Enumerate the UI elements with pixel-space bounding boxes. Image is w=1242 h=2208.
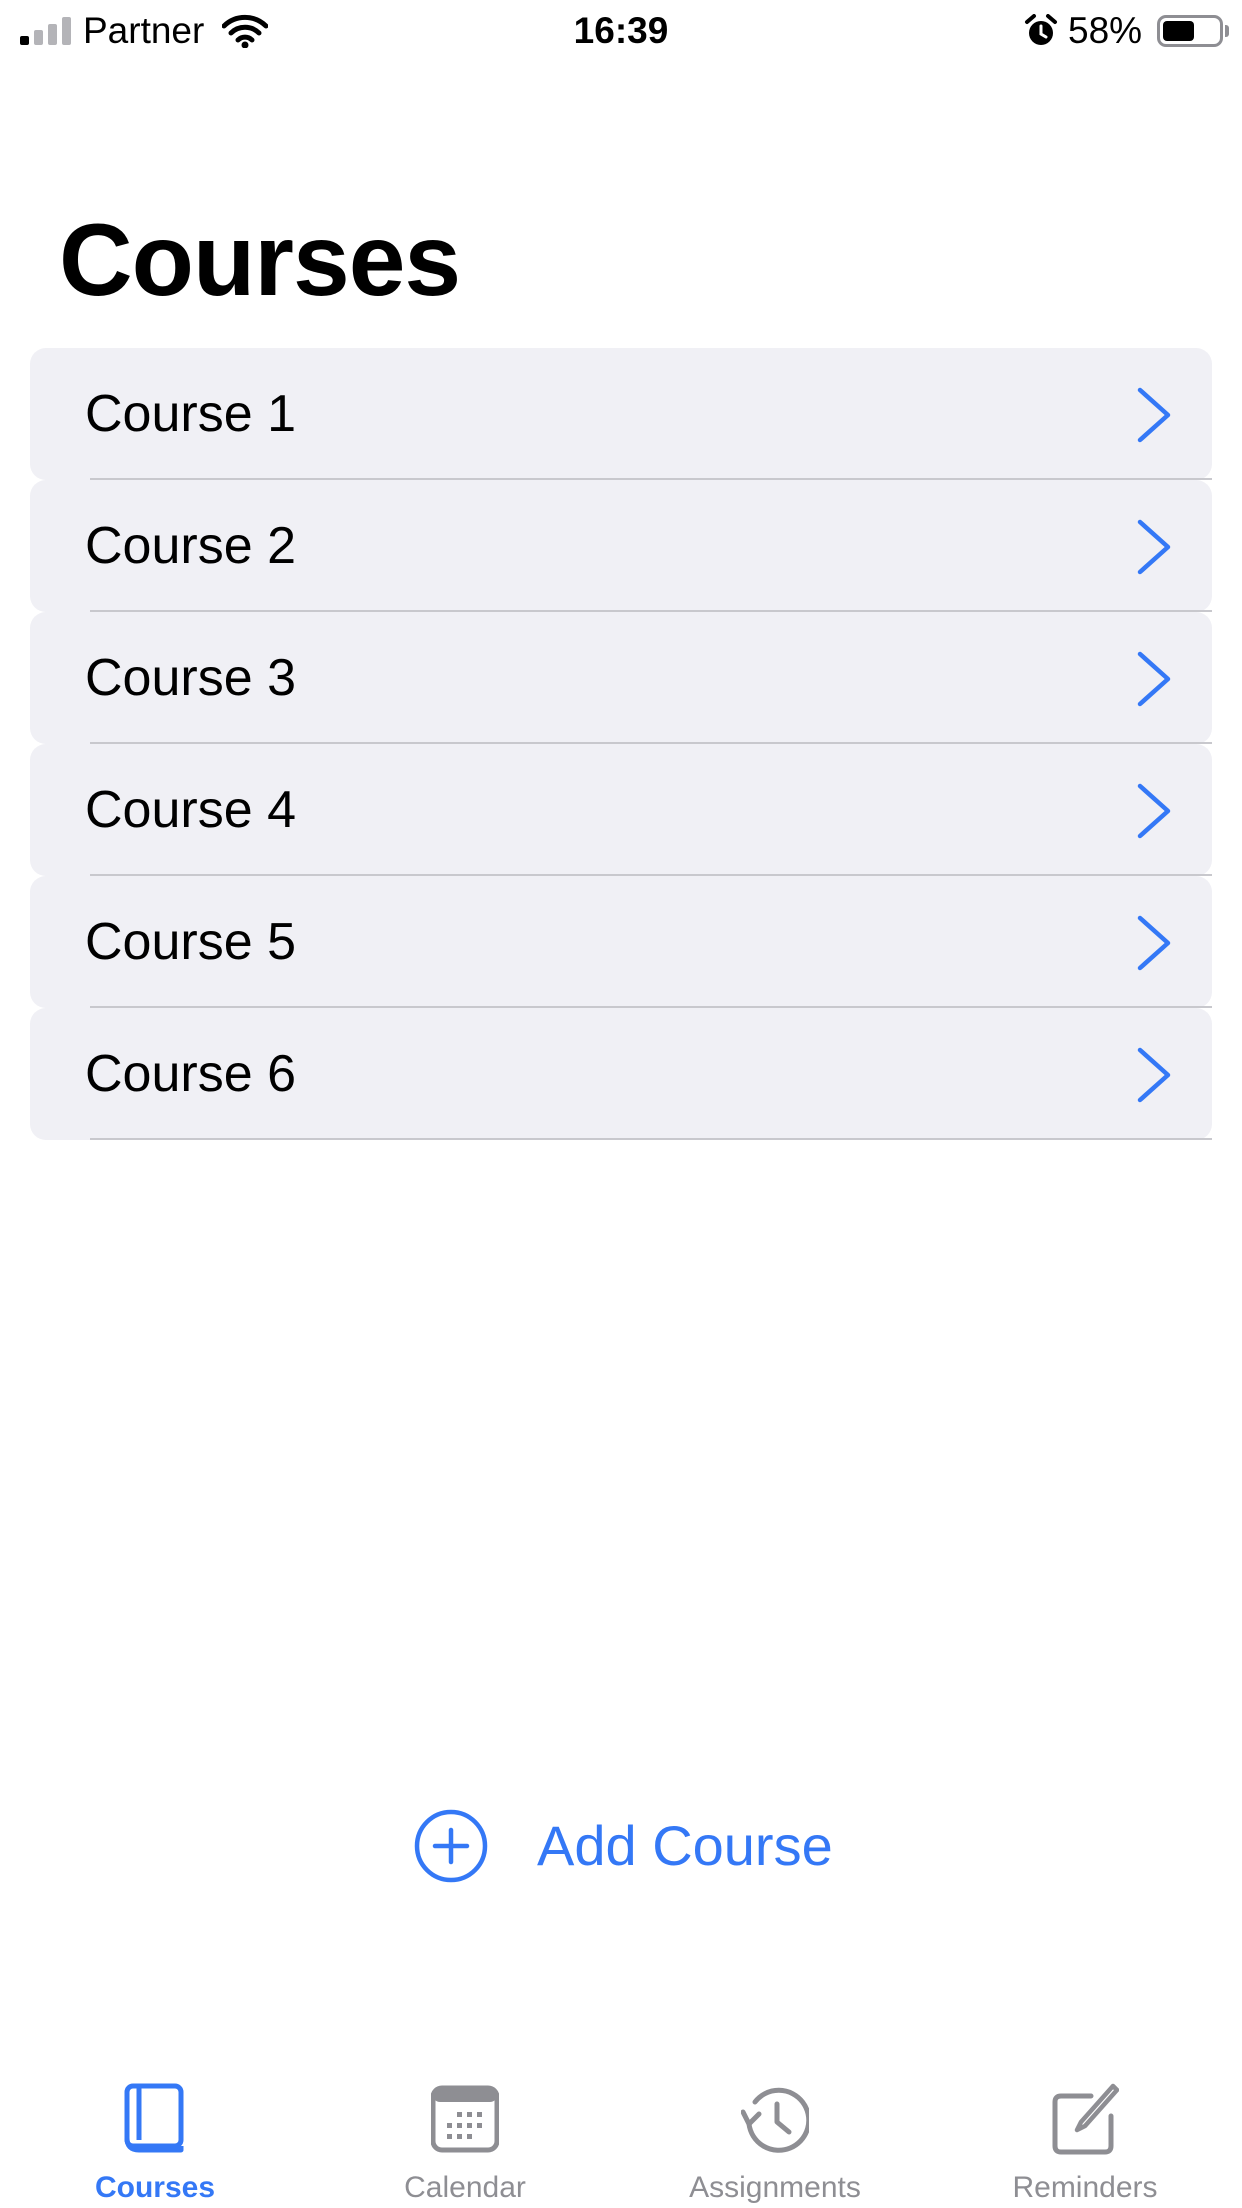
book-icon [124,2083,184,2153]
course-row-3[interactable]: Course 3 [30,612,1212,744]
course-label: Course 2 [85,517,296,575]
course-row-2[interactable]: Course 2 [30,480,1212,612]
tab-label: Courses [94,2171,216,2204]
battery-percentage: 58% [1068,10,1143,51]
tab-label: Reminders [1012,2171,1158,2204]
course-label: Course 3 [85,649,296,707]
course-label: Course 6 [85,1045,296,1103]
chevron-right-icon [1137,651,1171,707]
battery-icon [1157,15,1223,47]
plus-circle-icon [414,1809,488,1883]
alarm-icon [1025,14,1057,45]
course-list: Course 1 Course 2 Course 3 Course 4 Cour… [30,348,1212,1140]
course-label: Course 4 [85,781,296,839]
chevron-right-icon [1137,915,1171,971]
tab-reminders[interactable]: Reminders [930,2070,1240,2208]
tab-bar: Courses Calendar Assignments Reminders [0,2070,1242,2208]
compose-icon [1052,2083,1119,2155]
battery-terminal [1225,25,1229,37]
history-clock-icon [741,2087,809,2153]
course-row-1[interactable]: Course 1 [30,348,1212,480]
course-label: Course 1 [85,385,296,443]
add-course-label: Add Course [537,1814,833,1877]
chevron-right-icon [1137,783,1171,839]
course-row-4[interactable]: Course 4 [30,744,1212,876]
add-course-button[interactable]: Add Course [413,1808,853,1884]
chevron-right-icon [1137,387,1171,443]
tab-label: Assignments [689,2171,861,2204]
chevron-right-icon [1137,1047,1171,1103]
course-row-6[interactable]: Course 6 [30,1008,1212,1140]
page-title: Courses [59,203,461,317]
course-label: Course 5 [85,913,296,971]
tab-assignments[interactable]: Assignments [620,2070,930,2208]
chevron-right-icon [1137,519,1171,575]
calendar-icon [431,2085,499,2153]
course-row-5[interactable]: Course 5 [30,876,1212,1008]
status-bar: Partner 16:39 58% [0,0,1242,64]
tab-courses[interactable]: Courses [0,2070,310,2208]
tab-calendar[interactable]: Calendar [310,2070,620,2208]
tab-label: Calendar [404,2171,526,2204]
